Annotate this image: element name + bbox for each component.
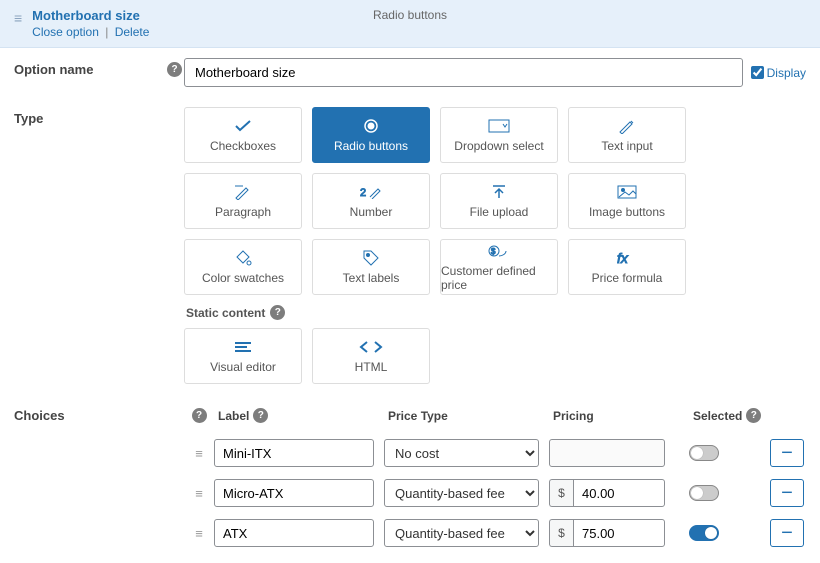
type-color-swatches[interactable]: Color swatches xyxy=(184,239,302,295)
price-formula-icon: fx xyxy=(617,249,637,267)
choice-selected-toggle[interactable] xyxy=(689,485,719,501)
checkboxes-icon xyxy=(234,117,252,135)
choice-row: ≡ No cost Quantity-based fee $ − xyxy=(184,473,806,513)
color-swatches-icon xyxy=(234,249,252,267)
type-label-text: File upload xyxy=(470,205,529,219)
text-labels-icon xyxy=(362,249,380,267)
option-header: ≡ Motherboard size Close option | Delete… xyxy=(0,0,820,48)
type-label-text: Text input xyxy=(601,139,652,153)
type-paragraph[interactable]: Paragraph xyxy=(184,173,302,229)
type-visual-editor[interactable]: Visual editor xyxy=(184,328,302,384)
choice-row: ≡ No cost Quantity-based fee $ − xyxy=(184,513,806,553)
type-text-labels[interactable]: Text labels xyxy=(312,239,430,295)
dropdown-select-icon xyxy=(488,117,510,135)
option-name-label: Option name xyxy=(14,62,93,77)
radio-buttons-icon xyxy=(363,117,379,135)
drag-handle-icon[interactable]: ≡ xyxy=(184,486,214,501)
type-radio-buttons[interactable]: Radio buttons xyxy=(312,107,430,163)
paragraph-icon xyxy=(234,183,252,201)
choice-selected-toggle[interactable] xyxy=(689,525,719,541)
close-option-link[interactable]: Close option xyxy=(32,25,99,39)
col-selected: Selected xyxy=(693,409,742,423)
drag-handle-icon[interactable]: ≡ xyxy=(14,10,22,26)
option-type-readout: Radio buttons xyxy=(373,8,447,22)
type-customer-defined-price[interactable]: $ Customer defined price xyxy=(440,239,558,295)
choice-price-type-select[interactable]: No cost Quantity-based fee xyxy=(384,439,539,467)
drag-handle-icon[interactable]: ≡ xyxy=(184,446,214,461)
type-label-text: Image buttons xyxy=(589,205,665,219)
type-label-text: HTML xyxy=(355,360,388,374)
drag-handle-icon[interactable]: ≡ xyxy=(184,526,214,541)
type-price-formula[interactable]: fx Price formula xyxy=(568,239,686,295)
visual-editor-icon xyxy=(233,338,253,356)
col-label: Label xyxy=(218,409,249,423)
choices-body: ≡ No cost Quantity-based fee − ≡ No cost… xyxy=(184,433,806,553)
type-label-text: Text labels xyxy=(343,271,400,285)
type-label-text: Visual editor xyxy=(210,360,276,374)
type-label-text: Color swatches xyxy=(202,271,284,285)
help-icon[interactable]: ? xyxy=(270,305,285,320)
static-content-label: Static content xyxy=(186,306,265,320)
option-name-input[interactable] xyxy=(184,58,743,87)
customer-defined-price-icon: $ xyxy=(488,242,510,260)
choice-price-input[interactable] xyxy=(573,519,665,547)
help-icon[interactable]: ? xyxy=(253,408,268,423)
type-number[interactable]: 2 Number xyxy=(312,173,430,229)
static-type-grid: Visual editor HTML xyxy=(184,328,806,384)
image-buttons-icon xyxy=(617,183,637,201)
choice-label-input[interactable] xyxy=(214,479,374,507)
type-checkboxes[interactable]: Checkboxes xyxy=(184,107,302,163)
type-label: Type xyxy=(14,111,43,126)
remove-choice-button[interactable]: − xyxy=(770,439,804,467)
delete-option-link[interactable]: Delete xyxy=(115,25,150,39)
html-icon xyxy=(359,338,383,356)
remove-choice-button[interactable]: − xyxy=(770,479,804,507)
choice-row: ≡ No cost Quantity-based fee − xyxy=(184,433,806,473)
currency-symbol: $ xyxy=(549,479,573,507)
remove-choice-button[interactable]: − xyxy=(770,519,804,547)
type-text-input[interactable]: Text input xyxy=(568,107,686,163)
display-checkbox[interactable] xyxy=(751,66,764,79)
help-icon[interactable]: ? xyxy=(192,408,207,423)
type-dropdown-select[interactable]: Dropdown select xyxy=(440,107,558,163)
svg-text:2: 2 xyxy=(360,187,366,199)
choice-price-input[interactable] xyxy=(573,479,665,507)
type-file-upload[interactable]: File upload xyxy=(440,173,558,229)
type-label-text: Paragraph xyxy=(215,205,271,219)
choices-header: ? Label ? Price Type Pricing Selected ? xyxy=(184,404,806,433)
file-upload-icon xyxy=(491,183,507,201)
display-checkbox-label[interactable]: Display xyxy=(751,66,806,80)
choice-price-type-select[interactable]: No cost Quantity-based fee xyxy=(384,479,539,507)
choice-price-input xyxy=(549,439,665,467)
option-title: Motherboard size xyxy=(32,8,149,23)
svg-text:fx: fx xyxy=(617,250,629,266)
help-icon[interactable]: ? xyxy=(746,408,761,423)
currency-symbol: $ xyxy=(549,519,573,547)
choice-label-input[interactable] xyxy=(214,519,374,547)
svg-text:$: $ xyxy=(491,247,496,256)
type-grid: Checkboxes Radio buttons Dropdown select Te… xyxy=(184,107,806,295)
number-icon: 2 xyxy=(360,183,382,201)
type-label-text: Number xyxy=(350,205,393,219)
choices-label: Choices xyxy=(14,408,65,423)
type-html[interactable]: HTML xyxy=(312,328,430,384)
choice-label-input[interactable] xyxy=(214,439,374,467)
type-image-buttons[interactable]: Image buttons xyxy=(568,173,686,229)
type-label-text: Radio buttons xyxy=(334,139,408,153)
choice-selected-toggle[interactable] xyxy=(689,445,719,461)
type-label-text: Customer defined price xyxy=(441,264,557,292)
help-icon[interactable]: ? xyxy=(167,62,182,77)
text-input-icon xyxy=(618,117,636,135)
type-label-text: Dropdown select xyxy=(454,139,543,153)
col-ptype: Price Type xyxy=(388,409,448,423)
type-label-text: Price formula xyxy=(592,271,663,285)
choice-price-type-select[interactable]: No cost Quantity-based fee xyxy=(384,519,539,547)
col-pricing: Pricing xyxy=(553,409,594,423)
type-label-text: Checkboxes xyxy=(210,139,276,153)
